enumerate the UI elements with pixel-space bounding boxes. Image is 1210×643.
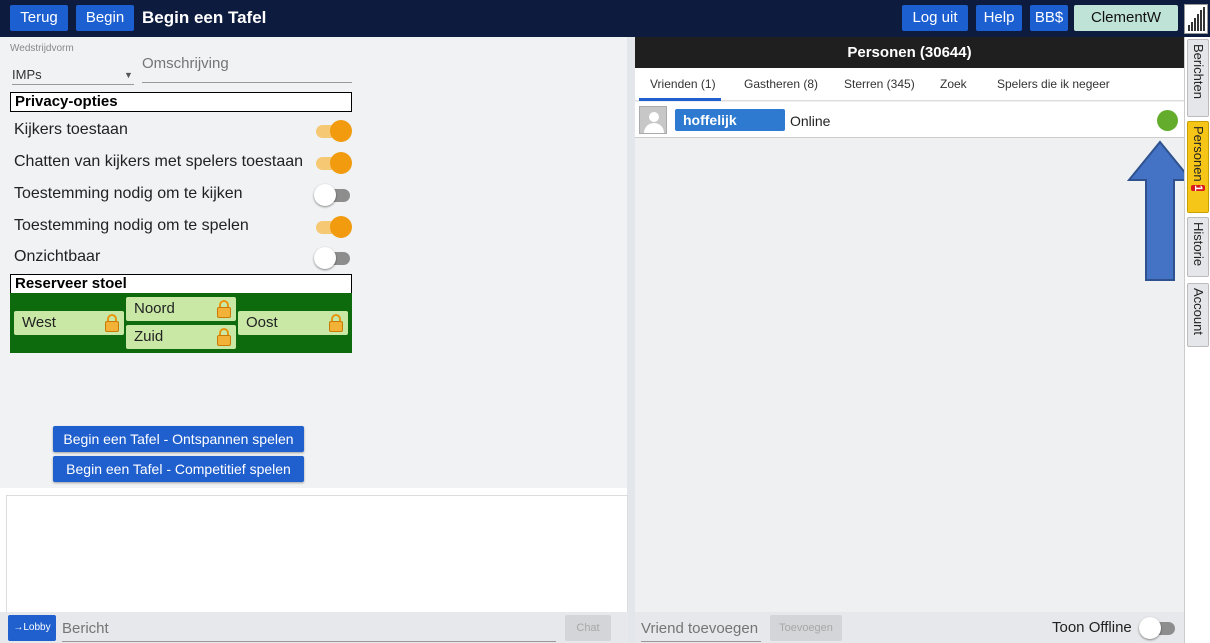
side-tab-messages[interactable]: Berichten (1187, 39, 1209, 117)
panel-divider (627, 37, 635, 643)
side-tab-account[interactable]: Account (1187, 283, 1209, 347)
show-offline-label: Toon Offline (1052, 619, 1132, 636)
avatar (639, 106, 667, 134)
seat-west-label: West (22, 314, 56, 331)
toggle-show-offline[interactable] (1139, 617, 1177, 639)
privacy-heading: Privacy-opties (10, 92, 352, 112)
persons-tabs: Vrienden (1) Gastheren (8) Sterren (345)… (635, 68, 1184, 101)
start-competitive-button[interactable]: Begin een Tafel - Competitief spelen (53, 456, 304, 482)
tab-search[interactable]: Zoek (940, 68, 967, 101)
side-tab-persons-text: Personen 1 (1191, 126, 1206, 191)
seat-north-label: Noord (134, 300, 175, 317)
lock-icon (217, 328, 231, 346)
bbs-button[interactable]: BB$ (1030, 5, 1068, 31)
active-tab-indicator (639, 98, 721, 101)
logout-button[interactable]: Log uit (902, 5, 968, 31)
tab-friends[interactable]: Vrienden (1) (650, 68, 716, 101)
chat-bar: →Lobby Chat (0, 612, 628, 643)
competition-select[interactable]: IMPs (12, 67, 134, 85)
friend-name[interactable]: hoffelijk (675, 109, 785, 131)
seat-east[interactable]: Oost (238, 311, 348, 335)
description-input[interactable] (142, 53, 352, 83)
side-tabs: Berichten Personen 1 Historie Account (1184, 37, 1210, 643)
tab-stars[interactable]: Sterren (345) (844, 68, 915, 101)
option-label-permission-play: Toestemming nodig om te spelen (14, 217, 249, 234)
dropdown-arrow-icon: ▼ (124, 70, 133, 80)
side-tab-messages-label: Berichten (1191, 44, 1206, 99)
option-label-spectator-chat: Chatten van kijkers met spelers toestaan (14, 153, 304, 170)
option-label-invisible: Onzichtbaar (14, 248, 101, 265)
seat-south[interactable]: Zuid (126, 325, 236, 349)
lobby-button[interactable]: →Lobby (8, 615, 56, 641)
chat-send-button[interactable]: Chat (565, 615, 611, 641)
reserve-seat-heading: Reserveer stoel (10, 274, 352, 294)
side-tab-account-label: Account (1191, 288, 1206, 335)
seat-area: Noord West Oost Zuid (10, 293, 352, 353)
table-setup-panel: Wedstrijdvorm IMPs ▼ Privacy-opties Kijk… (0, 37, 628, 488)
add-friend-button[interactable]: Toevoegen (770, 615, 842, 641)
toggle-invisible[interactable] (314, 247, 352, 269)
side-tab-history[interactable]: Historie (1187, 217, 1209, 277)
page-title: Begin een Tafel (142, 8, 267, 27)
toggle-permission-watch[interactable] (314, 184, 352, 206)
username-button[interactable]: ClementW (1074, 5, 1178, 31)
toggle-spectator-chat[interactable] (314, 152, 352, 174)
toggle-spectators[interactable] (314, 120, 352, 142)
start-button[interactable]: Begin (76, 5, 134, 31)
option-label-spectators: Kijkers toestaan (14, 121, 128, 138)
side-tab-history-label: Historie (1191, 222, 1206, 267)
tab-hosts[interactable]: Gastheren (8) (744, 68, 818, 101)
persons-panel: Personen (30644) Vrienden (1) Gastheren … (635, 37, 1184, 643)
side-tab-persons-label: Personen (1191, 126, 1206, 182)
list-item[interactable]: hoffelijk Online (635, 102, 1184, 138)
lock-icon (217, 300, 231, 318)
lock-icon (105, 314, 119, 332)
side-tab-persons[interactable]: Personen 1 (1187, 121, 1209, 213)
app-window: Terug Begin Begin een Tafel Log uit Help… (0, 0, 1210, 643)
persons-heading: Personen (30644) (635, 37, 1184, 68)
seat-west[interactable]: West (14, 311, 124, 335)
start-relaxed-button[interactable]: Begin een Tafel - Ontspannen spelen (53, 426, 304, 452)
seat-east-label: Oost (246, 314, 278, 331)
help-button[interactable]: Help (976, 5, 1022, 31)
seat-north[interactable]: Noord (126, 297, 236, 321)
notification-badge: 1 (1191, 184, 1205, 191)
friend-status: Online (790, 113, 831, 129)
back-button[interactable]: Terug (10, 5, 68, 31)
tab-ignored[interactable]: Spelers die ik negeer (997, 68, 1110, 101)
add-friend-bar: Toevoegen Toon Offline (635, 612, 1184, 643)
seat-south-label: Zuid (134, 328, 164, 345)
option-label-permission-watch: Toestemming nodig om te kijken (14, 185, 243, 202)
lock-icon (329, 314, 343, 332)
message-input[interactable] (62, 616, 556, 642)
add-friend-input[interactable] (641, 616, 761, 642)
competition-label: Wedstrijdvorm (10, 43, 74, 54)
online-status-icon (1157, 110, 1178, 131)
signal-bars-icon (1184, 4, 1208, 34)
top-bar: Terug Begin Begin een Tafel Log uit Help… (0, 0, 1210, 37)
chat-log (6, 495, 628, 613)
toggle-permission-play[interactable] (314, 216, 352, 238)
